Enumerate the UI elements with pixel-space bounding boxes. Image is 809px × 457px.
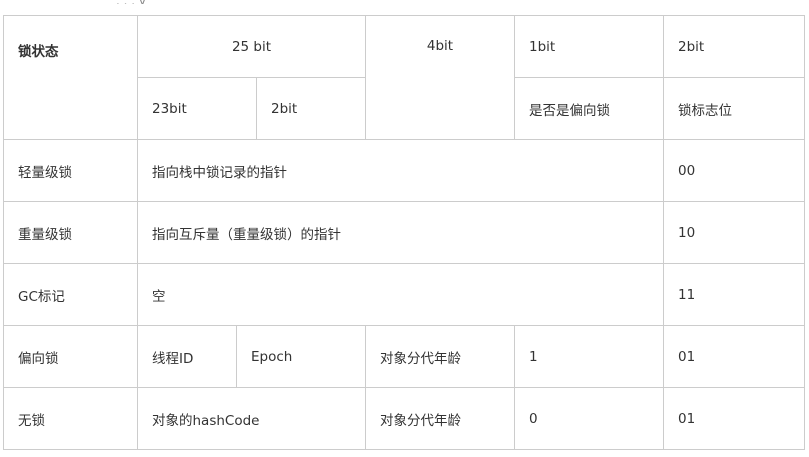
row-lightweight-content: 指向栈中锁记录的指针 [152,164,287,181]
row-unlocked-bit: 0 [529,410,538,427]
header-lock-flag: 锁标志位 [678,102,732,119]
header-1bit: 1bit [529,38,556,55]
header-4bit: 4bit [426,38,454,54]
row-gc-flag: 11 [678,286,696,303]
row-biased-flag: 01 [678,348,696,365]
row-heavyweight-content: 指向互斥量（重量级锁）的指针 [152,226,341,243]
row-unlocked-state: 无锁 [18,412,45,429]
row-heavyweight-flag: 10 [678,224,696,241]
mark-word-table: 锁状态 25 bit 4bit 1bit 2bit 23bit 2bit 是否是… [0,0,809,457]
header-25bit: 25 bit [231,38,272,55]
header-23bit: 23bit [152,100,187,117]
header-2bit-sub: 2bit [271,100,298,117]
row-biased-bit: 1 [529,348,538,365]
header-biased-flag: 是否是偏向锁 [529,102,610,119]
row-gc-state: GC标记 [18,288,65,305]
row-unlocked-hashcode: 对象的hashCode [152,412,260,429]
header-2bit: 2bit [678,38,705,55]
row-biased-age: 对象分代年龄 [380,350,461,367]
row-gc-content: 空 [152,288,166,305]
header-lock-state: 锁状态 [18,44,59,60]
row-biased-epoch: Epoch [251,348,293,365]
row-lightweight-state: 轻量级锁 [18,164,72,181]
row-unlocked-flag: 01 [678,410,696,427]
row-lightweight-flag: 00 [678,162,696,179]
row-heavyweight-state: 重量级锁 [18,226,72,243]
row-biased-state: 偏向锁 [18,350,59,367]
row-unlocked-age: 对象分代年龄 [380,412,461,429]
row-biased-thread-id: 线程ID [152,350,194,367]
